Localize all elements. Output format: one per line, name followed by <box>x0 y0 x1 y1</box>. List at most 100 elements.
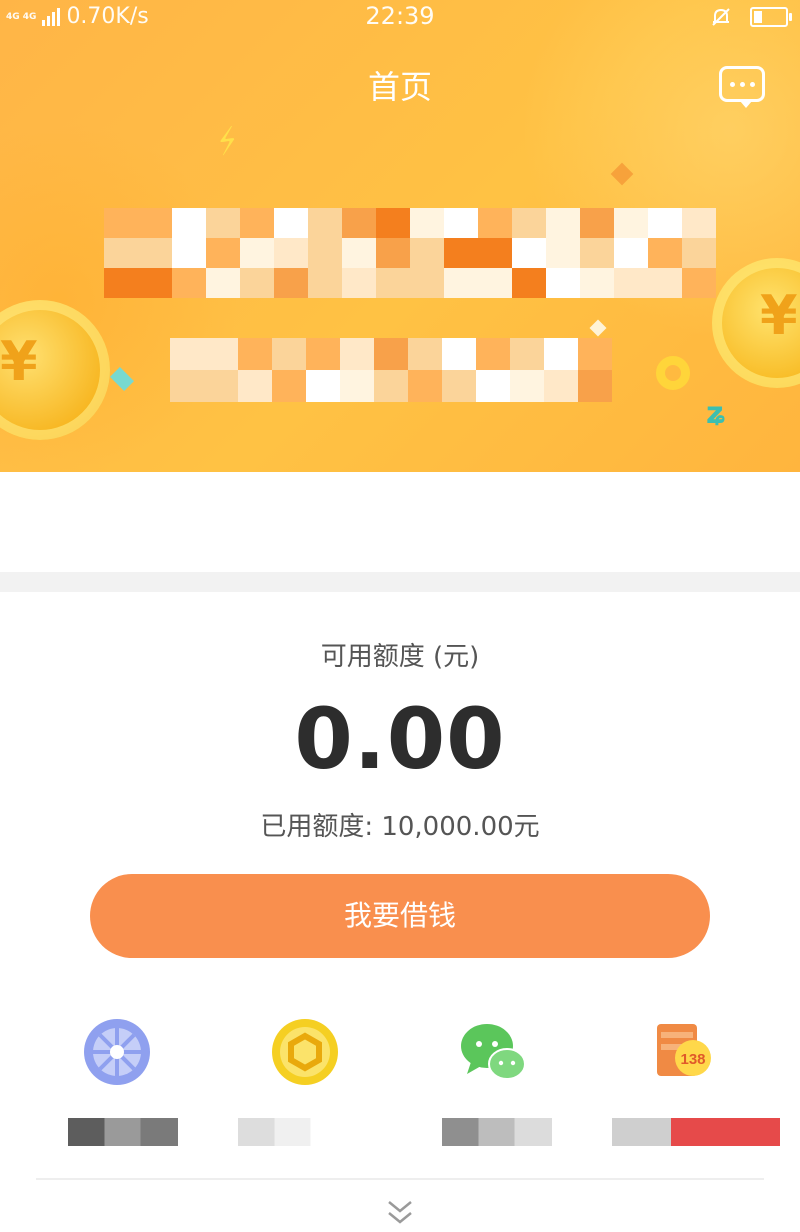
wheel-icon <box>84 1019 150 1085</box>
mosaic-block <box>444 208 478 238</box>
mosaic-block <box>578 338 612 370</box>
mosaic-block <box>342 208 376 238</box>
zigzag-decoration: ʑ <box>706 396 727 431</box>
double-chevron-down-icon[interactable] <box>386 1198 414 1228</box>
mosaic-block <box>614 238 648 268</box>
mosaic-block <box>476 338 510 370</box>
shortcut-wheel[interactable] <box>32 1010 202 1160</box>
available-credit-amount: 0.00 <box>294 690 506 788</box>
wechat-icon <box>461 1024 526 1080</box>
mosaic-block <box>682 208 716 238</box>
obscured-notice-strip <box>0 472 800 572</box>
page-title: 首页 <box>367 68 432 106</box>
coin-glyph: ¥ <box>760 284 798 347</box>
mosaic-block <box>544 338 578 370</box>
top-banner[interactable]: 4G 4G 0.70K/s 22:39 首页 ⚡ ʑ ¥ ¥ <box>0 0 800 472</box>
gold-coin-icon <box>272 1019 338 1085</box>
mosaic-block <box>682 238 716 268</box>
mosaic-block <box>274 238 308 268</box>
mosaic-block <box>376 208 410 238</box>
mosaic-block <box>340 338 374 370</box>
mosaic-block <box>342 268 376 298</box>
mosaic-block <box>444 238 478 268</box>
mosaic-block <box>308 238 342 268</box>
shortcut-coin[interactable] <box>220 1010 390 1160</box>
mosaic-block <box>546 268 580 298</box>
mosaic-block <box>240 268 274 298</box>
mosaic-block <box>614 208 648 238</box>
mosaic-block <box>544 370 578 402</box>
available-credit-label: 可用额度 (元) <box>320 642 480 672</box>
mosaic-block <box>614 268 648 298</box>
mosaic-block <box>580 238 614 268</box>
chat-bubble-icon[interactable] <box>719 66 765 108</box>
divider <box>36 1178 764 1180</box>
mosaic-block <box>240 208 274 238</box>
mosaic-block <box>204 370 238 402</box>
mosaic-block <box>274 208 308 238</box>
mosaic-block <box>308 208 342 238</box>
mosaic-block <box>172 238 206 268</box>
mosaic-block <box>512 208 546 238</box>
mosaic-block <box>580 268 614 298</box>
mosaic-block <box>172 208 206 238</box>
mosaic-block <box>376 268 410 298</box>
mosaic-block <box>206 268 240 298</box>
mosaic-block <box>648 208 682 238</box>
mosaic-block <box>374 370 408 402</box>
mosaic-block <box>510 338 544 370</box>
mosaic-block <box>340 370 374 402</box>
borrow-button[interactable]: 我要借钱 <box>90 874 710 958</box>
diamond-decoration <box>589 319 607 337</box>
gift-badge: 138 <box>680 1051 705 1068</box>
mosaic-block <box>512 268 546 298</box>
mosaic-block <box>410 208 444 238</box>
mosaic-block <box>240 238 274 268</box>
mosaic-block <box>410 268 444 298</box>
mosaic-block <box>376 238 410 268</box>
mosaic-block <box>206 208 240 238</box>
mosaic-block <box>274 268 308 298</box>
mosaic-block <box>580 208 614 238</box>
shortcut-gift[interactable]: 138 <box>596 1010 780 1160</box>
mosaic-block <box>578 370 612 402</box>
mosaic-block <box>308 268 342 298</box>
battery-fill <box>754 11 762 23</box>
mosaic-block <box>306 338 340 370</box>
status-time: 22:39 <box>365 2 435 30</box>
mosaic-block <box>546 208 580 238</box>
mosaic-block <box>104 268 138 298</box>
mosaic-block <box>138 208 172 238</box>
mosaic-block <box>512 238 546 268</box>
mosaic-block <box>478 238 512 268</box>
obscured-label <box>238 1118 348 1146</box>
mosaic-block <box>374 338 408 370</box>
mosaic-block <box>272 370 306 402</box>
status-right <box>710 6 792 28</box>
used-credit-text: 已用额度: 10,000.00元 <box>260 812 540 842</box>
mosaic-block <box>206 238 240 268</box>
mosaic-block <box>510 370 544 402</box>
section-gap <box>0 572 800 592</box>
mosaic-block <box>442 338 476 370</box>
coin-glyph: ¥ <box>0 330 38 393</box>
zigzag-decoration: ⚡ <box>209 119 246 165</box>
mosaic-block <box>170 370 204 402</box>
ring-decoration <box>656 356 690 390</box>
obscured-banner-text <box>170 338 612 402</box>
mosaic-block <box>442 370 476 402</box>
shortcut-wechat[interactable] <box>408 1010 578 1160</box>
mosaic-block <box>408 338 442 370</box>
mosaic-block <box>478 208 512 238</box>
obscured-label <box>442 1118 552 1146</box>
mosaic-block <box>648 268 682 298</box>
mosaic-block <box>682 268 716 298</box>
mosaic-block <box>476 370 510 402</box>
shortcut-row: 138 <box>0 1010 800 1160</box>
mosaic-block <box>342 238 376 268</box>
battery-icon <box>750 7 792 27</box>
mosaic-block <box>546 238 580 268</box>
mosaic-block <box>478 268 512 298</box>
mosaic-block <box>104 208 138 238</box>
mosaic-block <box>138 268 172 298</box>
